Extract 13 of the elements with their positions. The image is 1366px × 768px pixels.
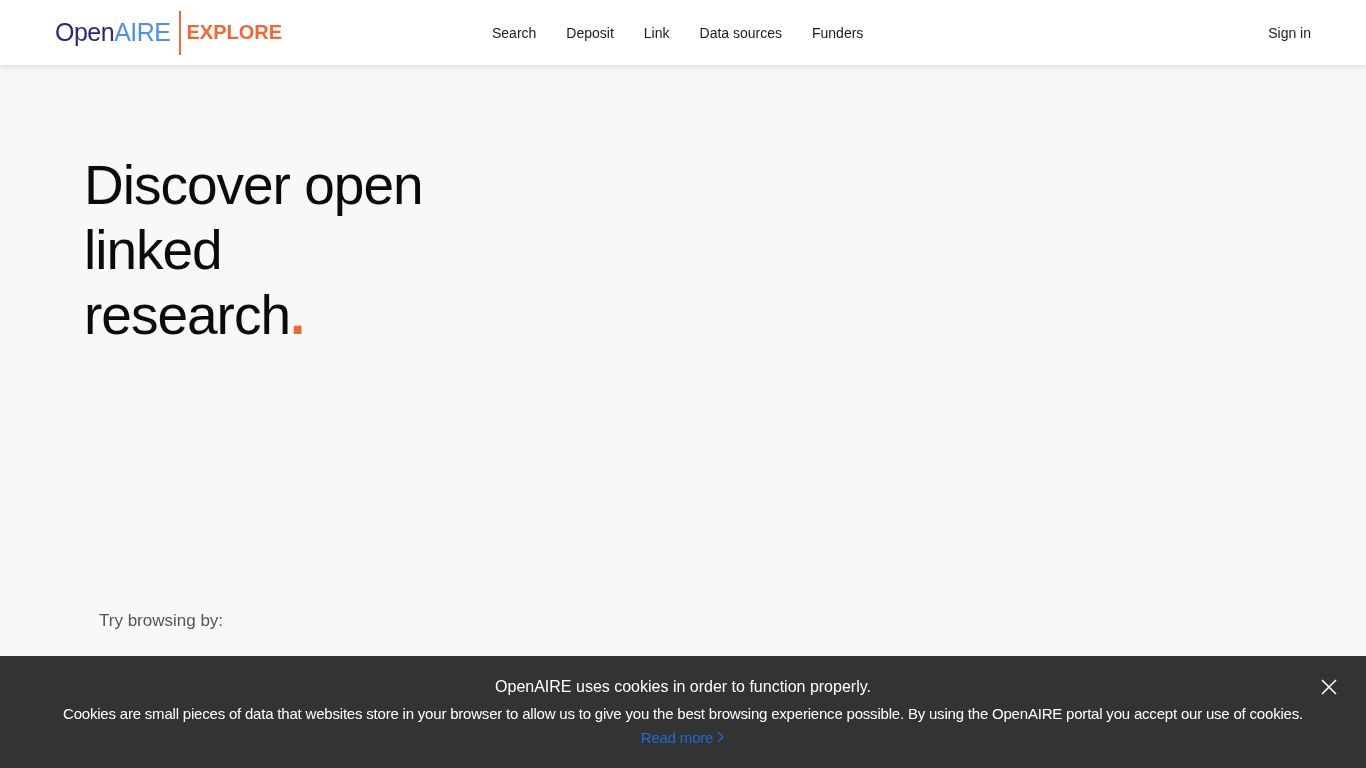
cookie-text: Cookies are small pieces of data that websites store in your browser to allow us to give you the best browsing experience possible. By using the OpenAIRE portal you accept our use of cookies. Read more [62, 704, 1304, 748]
chevron-icon [717, 731, 726, 743]
cookie-title: OpenAIRE uses cookies in order to function properly. [494, 677, 872, 697]
nav-link[interactable]: Funders [812, 24, 864, 41]
close-icon[interactable] [1320, 678, 1338, 696]
nav-link[interactable]: Search [492, 24, 537, 41]
logo[interactable]: OpenAIRE [55, 18, 171, 47]
hero-heading: Discover open linked research. [84, 153, 424, 348]
nav-link[interactable]: Link [643, 24, 670, 41]
nav-link[interactable]: Deposit [566, 24, 614, 41]
sign-in-link[interactable]: Sign in [1268, 24, 1311, 41]
nav-link[interactable]: Data sources [699, 24, 782, 41]
browse-label: Try browsing by: [99, 611, 225, 631]
